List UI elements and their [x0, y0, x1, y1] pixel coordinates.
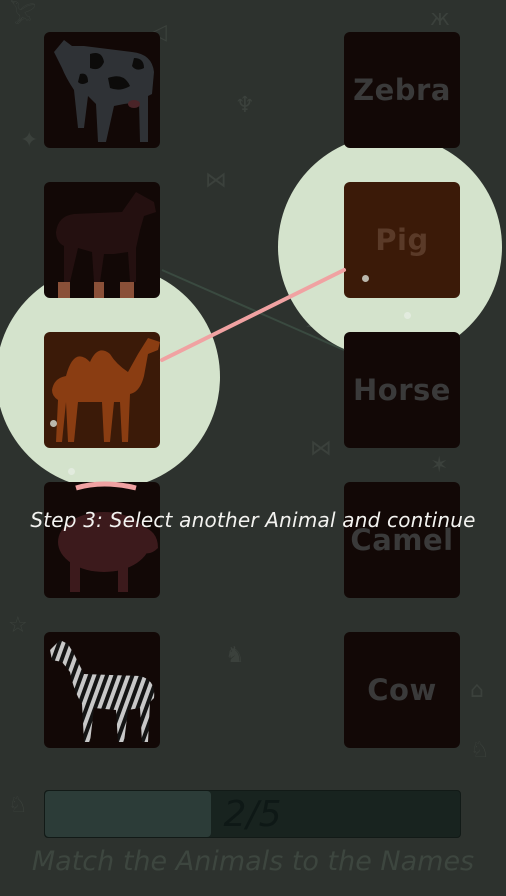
camel-icon — [52, 338, 160, 442]
bird-doodle-icon: ✦ — [20, 128, 39, 153]
cow-icon — [54, 40, 154, 142]
sparkle-dot — [50, 420, 57, 427]
butterfly-doodle-icon: ж — [430, 6, 450, 31]
name-label: Cow — [367, 673, 437, 707]
name-card-zebra[interactable]: Zebra — [344, 32, 460, 148]
animal-card-camel[interactable] — [44, 332, 160, 448]
animal-card-cow[interactable] — [44, 32, 160, 148]
jellyfish-doodle-icon: ♆ — [235, 93, 255, 118]
animal-card-pig[interactable] — [44, 482, 160, 598]
bird-doodle-icon: 𓅯 — [10, 4, 37, 29]
instruction-text: Step 3: Select another Animal and contin… — [30, 508, 476, 532]
animal-card-horse[interactable] — [44, 182, 160, 298]
fish-doodle-icon: ⋈ — [310, 436, 332, 461]
name-card-cow[interactable]: Cow — [344, 632, 460, 748]
name-card-camel[interactable]: Camel — [344, 482, 460, 598]
name-card-horse[interactable]: Horse — [344, 332, 460, 448]
progress-count: 2/5 — [223, 793, 282, 835]
name-label: Zebra — [353, 73, 451, 107]
name-card-pig[interactable]: Pig — [344, 182, 460, 298]
sparkle-dot — [362, 275, 369, 282]
pig-icon — [58, 512, 158, 592]
game-title: Match the Animals to the Names — [31, 846, 475, 877]
name-label: Camel — [350, 523, 454, 557]
dog-doodle-icon: ♘ — [8, 793, 28, 818]
star-doodle-icon: ☆ — [8, 613, 28, 638]
animal-doodle-icon: ♞ — [225, 643, 245, 668]
progress-bar: 2/5 — [44, 790, 461, 838]
sparkle-dot — [404, 312, 411, 319]
name-label: Horse — [353, 373, 451, 407]
game-board: 𓅯 ◁ ж ♆ ✦ ⋈ ☁ 𓅯 ⋈ ✶ ☆ ♞ ⌂ ♘ ♘ — [0, 0, 506, 896]
sparkle-dot — [68, 468, 75, 475]
name-label: Pig — [375, 223, 429, 257]
dog-doodle-icon: ♘ — [470, 738, 490, 763]
zebra-icon — [50, 640, 155, 742]
house-doodle-icon: ⌂ — [470, 678, 484, 703]
animal-card-zebra[interactable] — [44, 632, 160, 748]
star-doodle-icon: ✶ — [430, 453, 449, 478]
fish-doodle-icon: ⋈ — [205, 168, 227, 193]
horse-icon — [56, 192, 156, 298]
